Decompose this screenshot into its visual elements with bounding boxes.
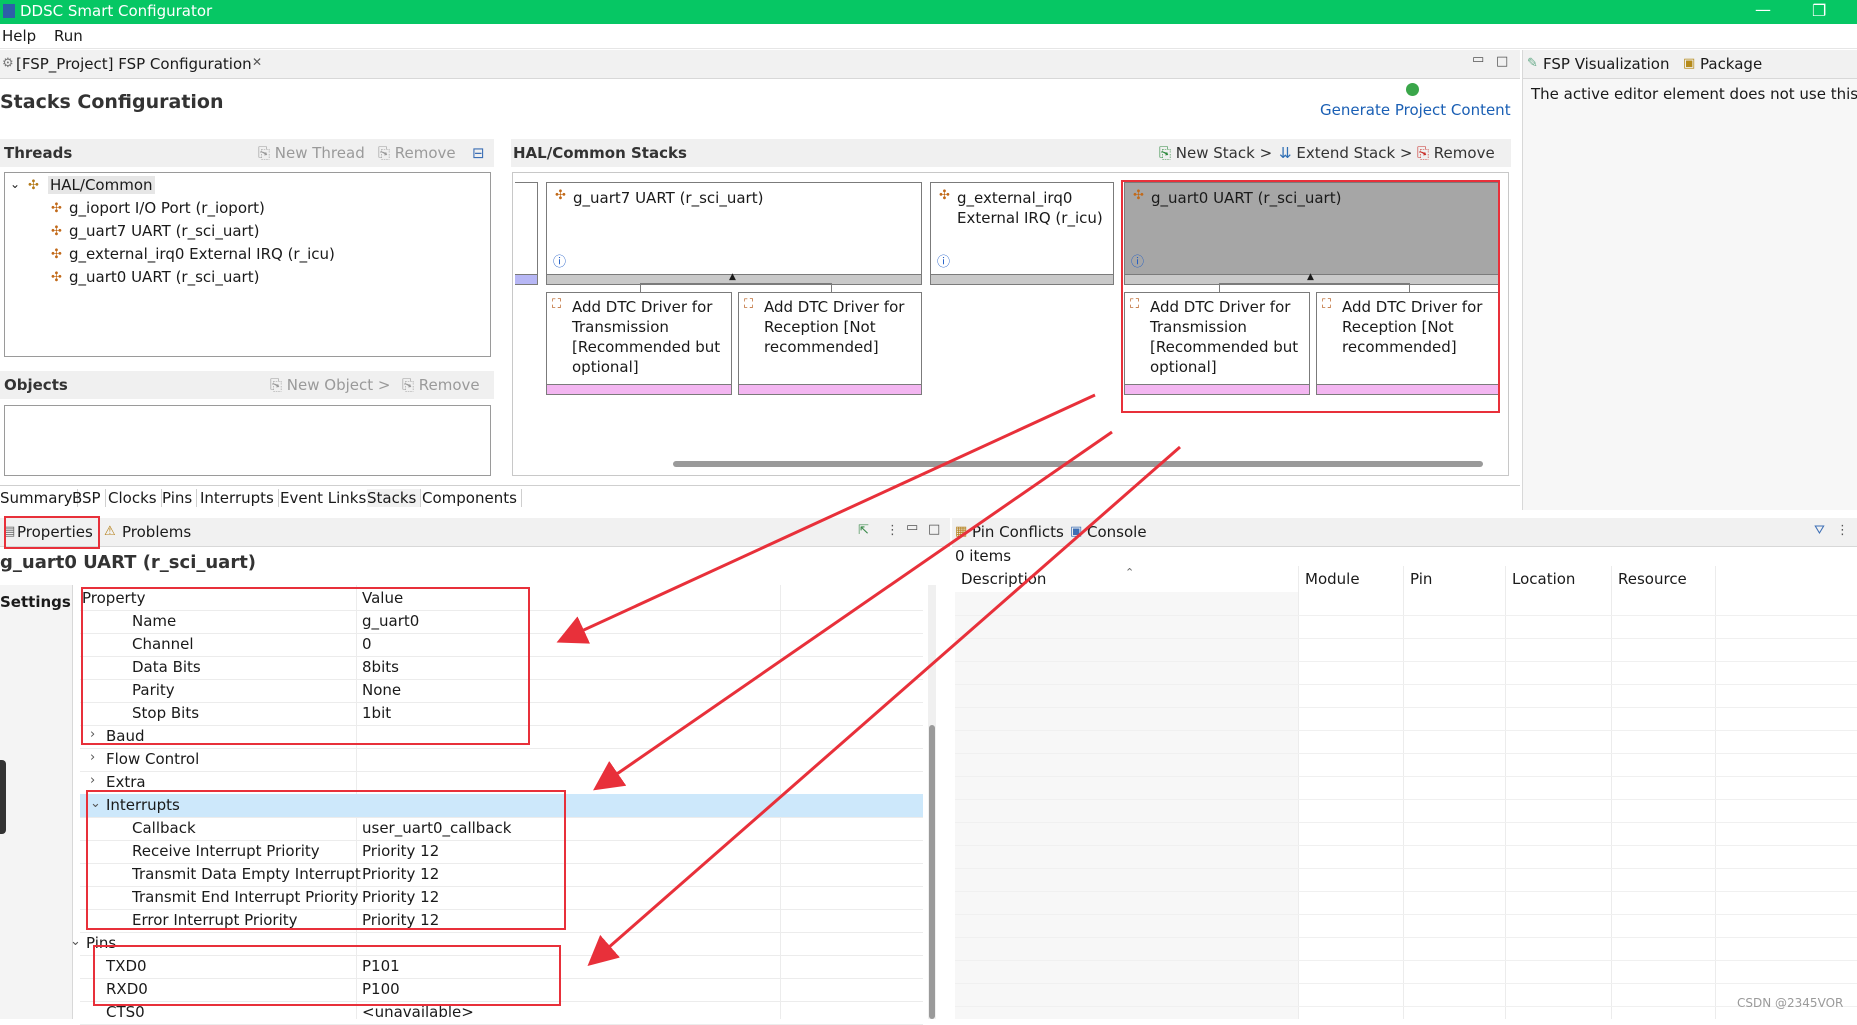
arrow-to-pins [587,445,1181,966]
arrow-to-interrupts [593,430,1113,791]
watermark: CSDN @2345VOR [1737,996,1844,1010]
annotation-arrows [556,393,1181,966]
arrow-to-basic-props [556,393,1096,644]
